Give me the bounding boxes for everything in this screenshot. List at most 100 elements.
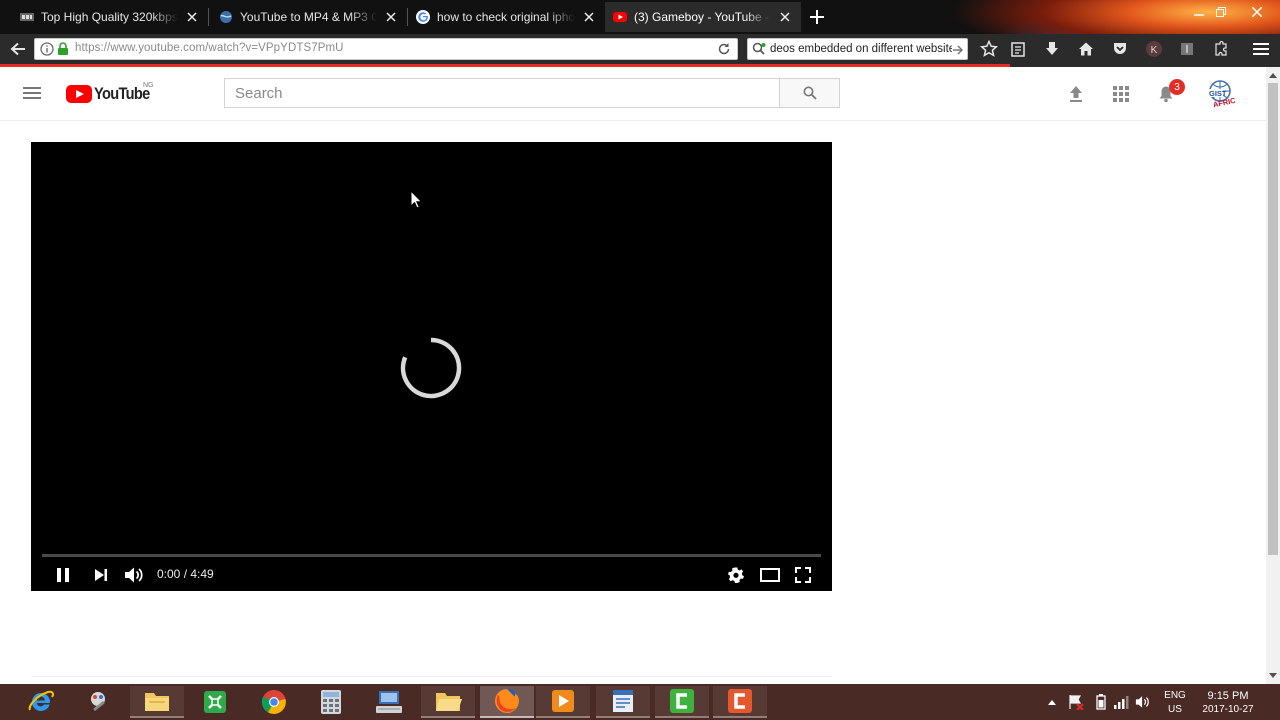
next-button[interactable] — [88, 564, 114, 586]
search-input[interactable] — [225, 79, 779, 107]
folder-open-icon — [436, 693, 462, 711]
taskbar-internet-explorer[interactable] — [14, 686, 68, 718]
system-clock[interactable]: 9:15 PM 2017-10-27 — [1196, 689, 1260, 717]
info-icon[interactable] — [40, 42, 54, 61]
clock-time: 9:15 PM — [1207, 690, 1249, 702]
battery-tray[interactable] — [1093, 694, 1109, 710]
taskbar-camtasia-studio[interactable] — [713, 686, 767, 718]
avatar-logo-icon: GIST AFRICA — [1208, 80, 1242, 109]
scroll-up-arrow-icon[interactable] — [1266, 69, 1280, 81]
restore-button[interactable] — [1206, 2, 1236, 22]
video-player[interactable]: 0:00 / 4:49 — [31, 142, 832, 591]
internet-explorer-icon — [28, 690, 54, 711]
theater-mode-icon — [760, 568, 780, 582]
search-button[interactable] — [779, 78, 840, 108]
extension-icon — [1181, 43, 1193, 55]
language-code: ENG — [1164, 690, 1186, 701]
tab-3[interactable]: how to check original iphone — [408, 2, 605, 32]
account-button[interactable]: K — [1142, 38, 1166, 60]
tab-3-close-icon[interactable] — [581, 9, 597, 25]
media-player-icon — [552, 690, 574, 712]
taskbar-paint-tool[interactable] — [71, 686, 125, 718]
skip-next-icon — [95, 569, 107, 581]
show-hidden-icons-button[interactable] — [1044, 694, 1060, 710]
taskbar-media-player[interactable] — [536, 686, 590, 718]
settings-button[interactable] — [723, 564, 749, 586]
taskbar-file-explorer[interactable] — [130, 686, 184, 718]
bookmark-star-button[interactable] — [977, 38, 1001, 60]
theater-mode-button[interactable] — [757, 564, 783, 586]
avatar-text-gist: GIST — [1209, 89, 1227, 98]
youtube-favicon-icon — [613, 10, 627, 24]
taskbar-calculator[interactable] — [304, 686, 358, 718]
taskbar-chrome[interactable] — [247, 686, 301, 718]
restore-icon — [1216, 7, 1226, 17]
new-tab-button[interactable] — [806, 6, 828, 28]
loading-spinner-icon — [400, 337, 462, 399]
taskbar-remote-desktop[interactable] — [362, 686, 416, 718]
green-app-icon — [204, 691, 226, 713]
scroll-down-arrow-icon[interactable] — [1266, 670, 1280, 682]
apps-grid-icon — [1113, 86, 1129, 102]
close-window-button[interactable] — [1242, 2, 1272, 22]
reading-list-button[interactable] — [1006, 38, 1030, 60]
youtube-play-logo-icon — [66, 85, 92, 103]
action-center-tray[interactable] — [1068, 694, 1084, 710]
search-box[interactable] — [224, 78, 780, 108]
input-language[interactable]: ENG US — [1160, 689, 1190, 717]
calculator-icon — [321, 690, 341, 714]
address-bar[interactable]: https://www.youtube.com/watch?v=VPpYDTS7… — [34, 38, 738, 60]
taskbar-document-app[interactable] — [596, 686, 650, 718]
camtasia-red-icon — [728, 689, 752, 713]
extension-button[interactable] — [1175, 38, 1199, 60]
home-button[interactable] — [1074, 38, 1098, 60]
youtube-logo[interactable]: YouTube NG — [66, 82, 159, 105]
browser-search-bar[interactable]: deos embedded on different website — [747, 38, 968, 60]
guide-menu-button[interactable] — [22, 85, 42, 101]
computer-keyboard-icon — [376, 691, 402, 713]
account-avatar[interactable]: GIST AFRICA — [1205, 79, 1242, 109]
reload-icon[interactable] — [717, 42, 731, 61]
search-go-arrow-icon[interactable] — [952, 43, 964, 59]
browser-menu-button[interactable] — [1249, 38, 1273, 60]
chrome-icon — [261, 690, 286, 714]
page-scrollbar[interactable] — [1266, 67, 1280, 684]
apps-button[interactable] — [1109, 82, 1133, 106]
star-icon — [980, 40, 998, 57]
home-icon — [1079, 42, 1093, 56]
back-button[interactable] — [6, 38, 30, 60]
pause-button[interactable] — [50, 564, 76, 586]
network-tray[interactable] — [1113, 694, 1129, 710]
tab-4-close-icon[interactable] — [777, 9, 793, 25]
pocket-icon — [1114, 43, 1126, 54]
taskbar-explorer-window[interactable] — [421, 686, 475, 718]
svg-text:K: K — [1151, 45, 1158, 56]
url-text: https://www.youtube.com/watch?v=VPpYDTS7… — [75, 42, 344, 54]
tab-2-close-icon[interactable] — [383, 9, 399, 25]
search-engine-icon[interactable] — [752, 42, 766, 59]
tab-2[interactable]: YouTube to MP4 & MP3 Converter — [209, 2, 407, 32]
taskbar-camtasia-recorder[interactable] — [655, 686, 709, 718]
taskbar-firefox[interactable] — [480, 686, 534, 718]
tab-1-title: Top High Quality 320kbps YouTube to MP3 — [41, 10, 178, 24]
pocket-button[interactable] — [1108, 38, 1132, 60]
downloads-button[interactable] — [1040, 38, 1064, 60]
extension-2-button[interactable] — [1209, 38, 1233, 60]
windows-taskbar: ENG US 9:15 PM 2017-10-27 — [0, 684, 1280, 720]
volume-tray[interactable] — [1135, 694, 1151, 710]
tab-1-close-icon[interactable] — [184, 9, 200, 25]
mute-button[interactable] — [121, 564, 147, 586]
upload-button[interactable] — [1064, 82, 1088, 106]
video-progress-bar[interactable] — [42, 554, 821, 557]
notification-count-badge: 3 — [1169, 79, 1185, 95]
fullscreen-button[interactable] — [790, 564, 816, 586]
plus-icon — [810, 10, 824, 24]
firefox-icon — [495, 689, 519, 713]
taskbar-green-app[interactable] — [188, 686, 242, 718]
pause-icon — [57, 568, 69, 582]
signal-bars-icon — [1114, 696, 1129, 709]
tab-1[interactable]: Top High Quality 320kbps YouTube to MP3 — [0, 2, 208, 32]
tab-4-active[interactable]: (3) Gameboy - YouTube - YouTube — [605, 2, 801, 32]
folder-icon — [145, 693, 169, 711]
scrollbar-thumb[interactable] — [1268, 83, 1278, 555]
